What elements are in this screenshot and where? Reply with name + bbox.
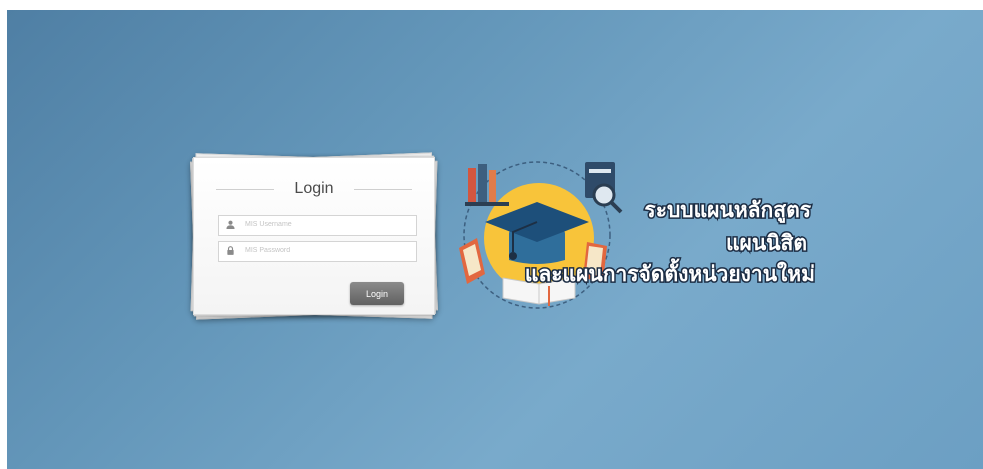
login-form: Login Login	[193, 157, 435, 315]
lock-icon	[227, 246, 234, 255]
login-panel: Login Login	[187, 149, 439, 320]
password-input[interactable]	[245, 243, 410, 258]
logo-line: และแผนการจัดตั้งหน่วยงานใหม่	[525, 258, 815, 286]
logo-line: ระบบแผนหลักสูตร	[644, 198, 811, 224]
divider	[354, 189, 412, 190]
username-input[interactable]	[245, 217, 410, 232]
login-button[interactable]: Login	[350, 282, 404, 305]
password-field[interactable]	[218, 241, 417, 262]
magnifier-icon	[592, 183, 623, 214]
user-icon	[226, 220, 235, 229]
logo-line: แผนนิสิต	[726, 231, 807, 255]
login-header: Login	[194, 179, 434, 199]
system-logo: ระบบแผนหลักสูตร แผนนิสิต และแผนการจัดตั้…	[459, 161, 817, 309]
page-background: Login Login	[7, 10, 983, 469]
username-field[interactable]	[218, 215, 417, 236]
